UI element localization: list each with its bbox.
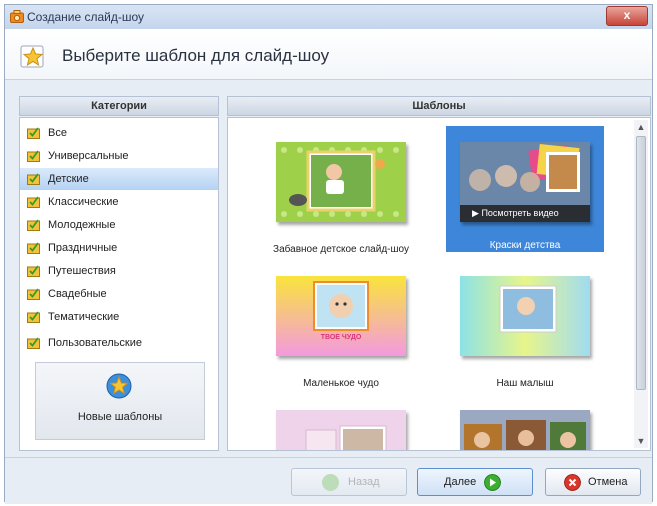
next-arrow-icon [484, 474, 501, 491]
back-arrow-icon [322, 474, 339, 491]
template-label: Забавное детское слайд-шоу [273, 244, 409, 255]
category-label: Тематические [48, 311, 120, 323]
category-label: Свадебные [48, 288, 107, 300]
scrollbar-thumb[interactable] [636, 136, 646, 390]
category-item-all[interactable]: Все [20, 122, 218, 144]
folder-icon [27, 219, 40, 231]
dialog-window: Создание слайд-шоу x Выберите шаблон для… [4, 4, 653, 504]
folder-icon [27, 265, 40, 277]
template-thumbnail [276, 276, 406, 356]
back-label: Назад [348, 476, 380, 488]
template-card[interactable] [446, 394, 604, 450]
wizard-header: Выберите шаблон для слайд-шоу [5, 29, 652, 80]
template-thumbnail [276, 410, 406, 450]
template-card[interactable] [262, 394, 420, 450]
template-card[interactable]: Забавное детское слайд-шоу [262, 126, 420, 255]
cancel-icon [564, 474, 581, 491]
cancel-button[interactable]: Отмена [545, 468, 641, 496]
categories-heading: Категории [19, 96, 219, 116]
star-icon [20, 45, 44, 68]
folder-icon [27, 288, 40, 300]
category-item-wedding[interactable]: Свадебные [20, 283, 218, 305]
folder-icon [27, 337, 40, 349]
folder-icon [27, 242, 40, 254]
category-item-custom[interactable]: Пользовательские [20, 332, 218, 354]
category-label: Праздничные [48, 242, 118, 254]
folder-icon [27, 127, 40, 139]
category-label: Все [48, 127, 67, 139]
category-item-youth[interactable]: Молодежные [20, 214, 218, 236]
category-item-holiday[interactable]: Праздничные [20, 237, 218, 259]
page-title: Выберите шаблон для слайд-шоу [62, 46, 330, 65]
template-thumbnail [276, 142, 406, 222]
new-templates-star-icon [106, 373, 132, 399]
category-item-kids[interactable]: Детские [20, 168, 218, 190]
category-label: Универсальные [48, 150, 129, 162]
next-label: Далее [444, 476, 477, 488]
template-label: Наш малыш [496, 378, 554, 389]
template-card-selected[interactable]: ▶ Посмотреть видео Краски детства [446, 126, 604, 252]
category-label: Путешествия [48, 265, 116, 277]
template-thumbnail [460, 410, 590, 450]
category-label: Молодежные [48, 219, 116, 231]
template-label: Краски детства [489, 240, 561, 251]
template-card[interactable]: ТВОЕ ЧУДО Маленькое чудо [262, 260, 420, 389]
templates-grid: Забавное детское слайд-шоу ▶ Посмотреть … [227, 117, 651, 451]
play-icon: ▶ [472, 208, 479, 218]
scroll-down-icon[interactable]: ▼ [634, 434, 648, 448]
preview-video-label: Посмотреть видео [481, 208, 559, 218]
category-item-universal[interactable]: Универсальные [20, 145, 218, 167]
folder-icon [27, 311, 40, 323]
folder-icon [27, 150, 40, 162]
close-button[interactable]: x [606, 6, 648, 26]
window-title: Создание слайд-шоу [27, 10, 144, 24]
back-button[interactable]: Назад [291, 468, 407, 496]
folder-icon [27, 196, 40, 208]
new-templates-label: Новые шаблоны [77, 411, 163, 423]
app-icon [10, 10, 24, 23]
title-bar: Создание слайд-шоу x [5, 5, 652, 30]
categories-list: Все Универсальные Детские Классические М… [19, 117, 219, 451]
templates-heading: Шаблоны [227, 96, 651, 116]
scroll-up-icon[interactable]: ▲ [634, 120, 648, 134]
templates-scrollbar[interactable]: ▲ ▼ [634, 120, 648, 448]
category-item-classic[interactable]: Классические [20, 191, 218, 213]
new-templates-button[interactable]: Новые шаблоны [35, 362, 205, 440]
preview-video-bar[interactable]: ▶ Посмотреть видео [460, 205, 590, 222]
category-item-travel[interactable]: Путешествия [20, 260, 218, 282]
template-card[interactable]: Наш малыш [446, 260, 604, 389]
category-label: Пользовательские [48, 337, 142, 349]
category-item-thematic[interactable]: Тематические [20, 306, 218, 328]
folder-icon [27, 173, 40, 185]
template-thumb-caption: ТВОЕ ЧУДО [320, 334, 362, 341]
next-button[interactable]: Далее [417, 468, 533, 496]
category-label: Детские [48, 173, 89, 185]
dialog-footer: Назад Далее Отмена [5, 457, 652, 504]
template-label: Маленькое чудо [303, 378, 379, 389]
cancel-label: Отмена [588, 476, 628, 488]
category-label: Классические [48, 196, 119, 208]
close-icon: x [623, 8, 631, 22]
template-thumbnail [460, 276, 590, 356]
